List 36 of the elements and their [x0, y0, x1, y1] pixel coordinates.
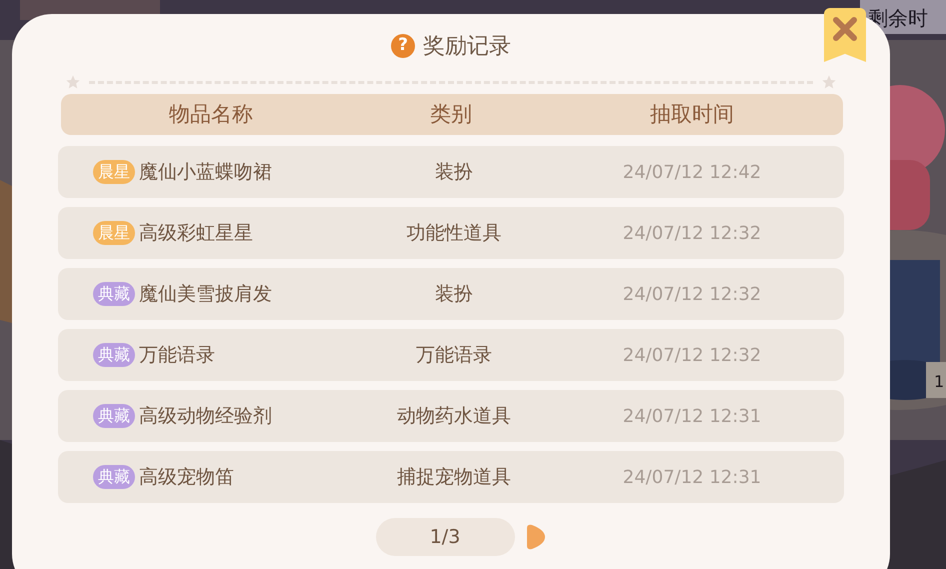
item-category: 万能语录 — [415, 342, 493, 368]
rarity-tag: 典藏 — [93, 465, 135, 489]
page-indicator: 1/3 — [376, 518, 514, 556]
draw-time: 24/07/12 12:31 — [622, 466, 762, 490]
column-header: 抽取时间 — [649, 100, 735, 128]
item-category: 捕捉宠物道具 — [396, 464, 512, 490]
rarity-tag: 晨星 — [93, 221, 135, 245]
column-header: 类别 — [429, 100, 473, 128]
item-category: 装扮 — [434, 282, 474, 307]
item-name: 魔仙美雪披肩发 — [139, 282, 272, 307]
close-button[interactable] — [824, 8, 866, 62]
count-label: 1 — [934, 371, 944, 393]
item-name: 万能语录 — [139, 342, 215, 368]
help-icon[interactable]: ? — [391, 34, 415, 58]
draw-time: 24/07/12 12:31 — [622, 404, 762, 428]
dialog-title: 奖励记录 — [423, 32, 511, 60]
draw-time: 24/07/12 12:42 — [622, 160, 762, 184]
star-icon — [821, 74, 837, 90]
item-category: 动物药水道具 — [396, 404, 512, 429]
item-name: 高级彩虹星星 — [139, 220, 253, 246]
draw-time: 24/07/12 12:32 — [622, 282, 762, 306]
rarity-tag: 典藏 — [93, 282, 135, 306]
next-page-button[interactable] — [524, 524, 546, 550]
item-name: 高级宠物笛 — [139, 464, 234, 490]
star-icon — [65, 74, 81, 90]
close-icon — [832, 16, 858, 42]
rarity-tag: 典藏 — [93, 404, 135, 428]
draw-time: 24/07/12 12:32 — [622, 344, 762, 368]
rarity-tag: 典藏 — [93, 343, 135, 367]
draw-time: 24/07/12 12:32 — [622, 222, 762, 246]
rarity-tag: 晨星 — [93, 160, 135, 184]
item-name: 魔仙小蓝蝶吻裙 — [139, 160, 272, 185]
column-header: 物品名称 — [168, 100, 254, 128]
item-category: 装扮 — [434, 160, 474, 185]
item-name: 高级动物经验剂 — [139, 404, 272, 429]
item-category: 功能性道具 — [406, 220, 502, 246]
